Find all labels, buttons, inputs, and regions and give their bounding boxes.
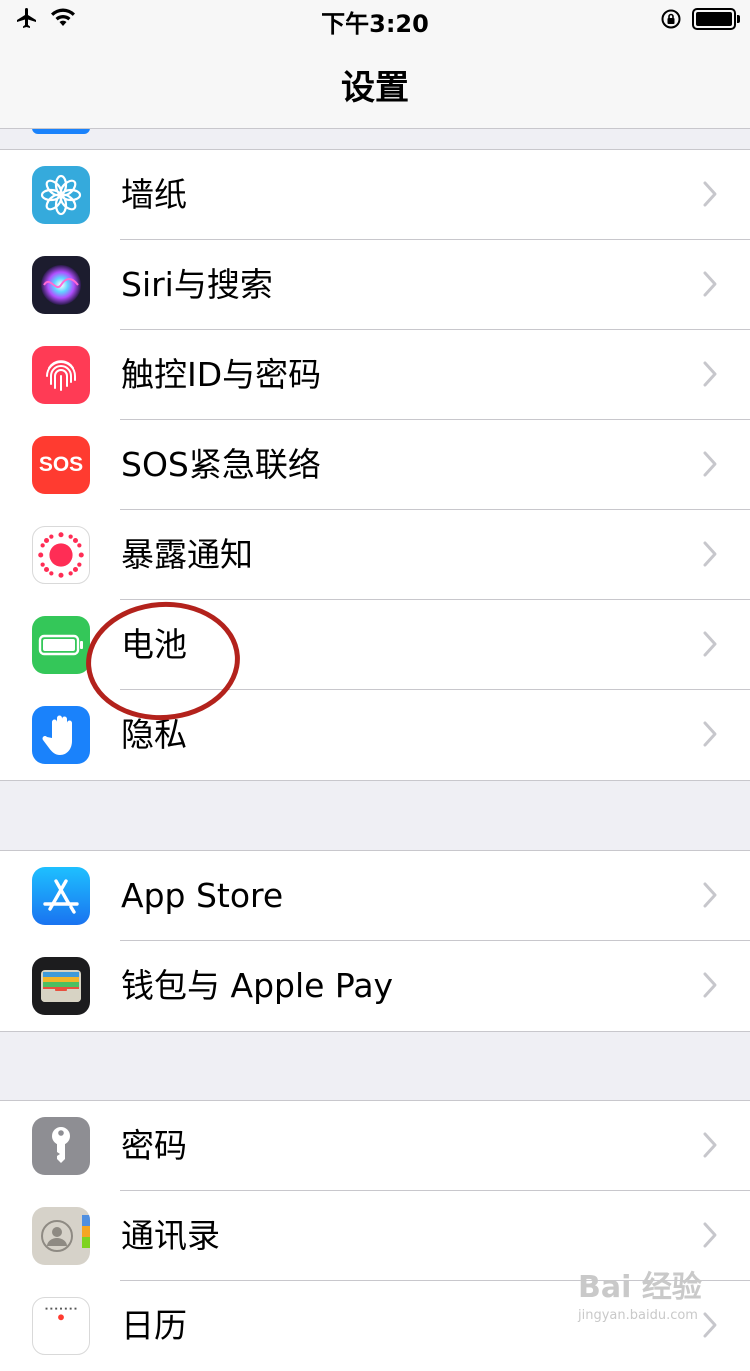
status-time: 下午3:20 bbox=[321, 10, 429, 38]
settings-row-touch-id[interactable]: 触控ID与密码 bbox=[0, 330, 750, 420]
row-label: SOS紧急联络 bbox=[121, 445, 321, 484]
exposure-notification-icon bbox=[32, 526, 90, 584]
status-bar: 下午3:20 bbox=[0, 0, 750, 40]
chevron-right-icon bbox=[703, 721, 717, 747]
chevron-right-icon bbox=[703, 451, 717, 477]
sos-icon: SOS bbox=[32, 436, 90, 494]
chevron-right-icon bbox=[703, 631, 717, 657]
wallet-icon bbox=[32, 957, 90, 1015]
touch-id-icon bbox=[32, 346, 90, 404]
settings-row-exposure[interactable]: 暴露通知 bbox=[0, 510, 750, 600]
watermark-url: jingyan.baidu.com bbox=[578, 1308, 698, 1323]
row-label: 墙纸 bbox=[121, 175, 187, 214]
row-label: App Store bbox=[121, 876, 284, 915]
settings-row-sos[interactable]: SOS SOS紧急联络 bbox=[0, 420, 750, 510]
battery-settings-icon bbox=[32, 616, 90, 674]
chevron-right-icon bbox=[703, 972, 717, 998]
chevron-right-icon bbox=[703, 1132, 717, 1158]
row-label: 暴露通知 bbox=[121, 535, 253, 574]
chevron-right-icon bbox=[703, 882, 717, 908]
page-title: 设置 bbox=[341, 68, 409, 108]
row-label: 密码 bbox=[121, 1126, 187, 1165]
settings-row-passwords[interactable]: 密码 bbox=[0, 1101, 750, 1191]
chevron-right-icon bbox=[703, 361, 717, 387]
settings-row-wallet[interactable]: 钱包与 Apple Pay bbox=[0, 941, 750, 1031]
row-label: 钱包与 Apple Pay bbox=[121, 966, 394, 1005]
calendar-icon bbox=[32, 1297, 90, 1355]
app-store-icon bbox=[32, 867, 90, 925]
settings-row-siri[interactable]: Siri与搜索 bbox=[0, 240, 750, 330]
privacy-hand-icon bbox=[32, 706, 90, 764]
chevron-right-icon bbox=[703, 181, 717, 207]
row-label: Siri与搜索 bbox=[121, 265, 273, 304]
baidu-watermark: Bai 经验 jingyan.baidu.com bbox=[578, 1262, 702, 1323]
chevron-right-icon bbox=[703, 271, 717, 297]
battery-icon bbox=[692, 8, 740, 30]
orientation-lock-icon bbox=[661, 9, 681, 29]
key-icon bbox=[32, 1117, 90, 1175]
chevron-right-icon bbox=[703, 1312, 717, 1338]
contacts-icon bbox=[32, 1207, 90, 1265]
settings-group-2: App Store 钱包与 Apple Pay bbox=[0, 850, 750, 1032]
wallpaper-icon bbox=[32, 166, 90, 224]
settings-row-app-store[interactable]: App Store bbox=[0, 851, 750, 941]
status-right-icons bbox=[660, 8, 740, 30]
row-label: 日历 bbox=[121, 1306, 187, 1345]
row-label: 触控ID与密码 bbox=[121, 355, 322, 394]
settings-group-3: 密码 通讯录 日历 bbox=[0, 1100, 750, 1371]
sos-icon-text: SOS bbox=[38, 453, 84, 476]
row-label: 通讯录 bbox=[121, 1216, 220, 1255]
chevron-right-icon bbox=[703, 1222, 717, 1248]
chevron-right-icon bbox=[703, 541, 717, 567]
siri-icon bbox=[32, 256, 90, 314]
settings-row-wallpaper[interactable]: 墙纸 bbox=[0, 150, 750, 240]
top-bar: 下午3:20 设置 bbox=[0, 0, 750, 129]
watermark-logo-text: Bai 经验 bbox=[578, 1270, 702, 1305]
